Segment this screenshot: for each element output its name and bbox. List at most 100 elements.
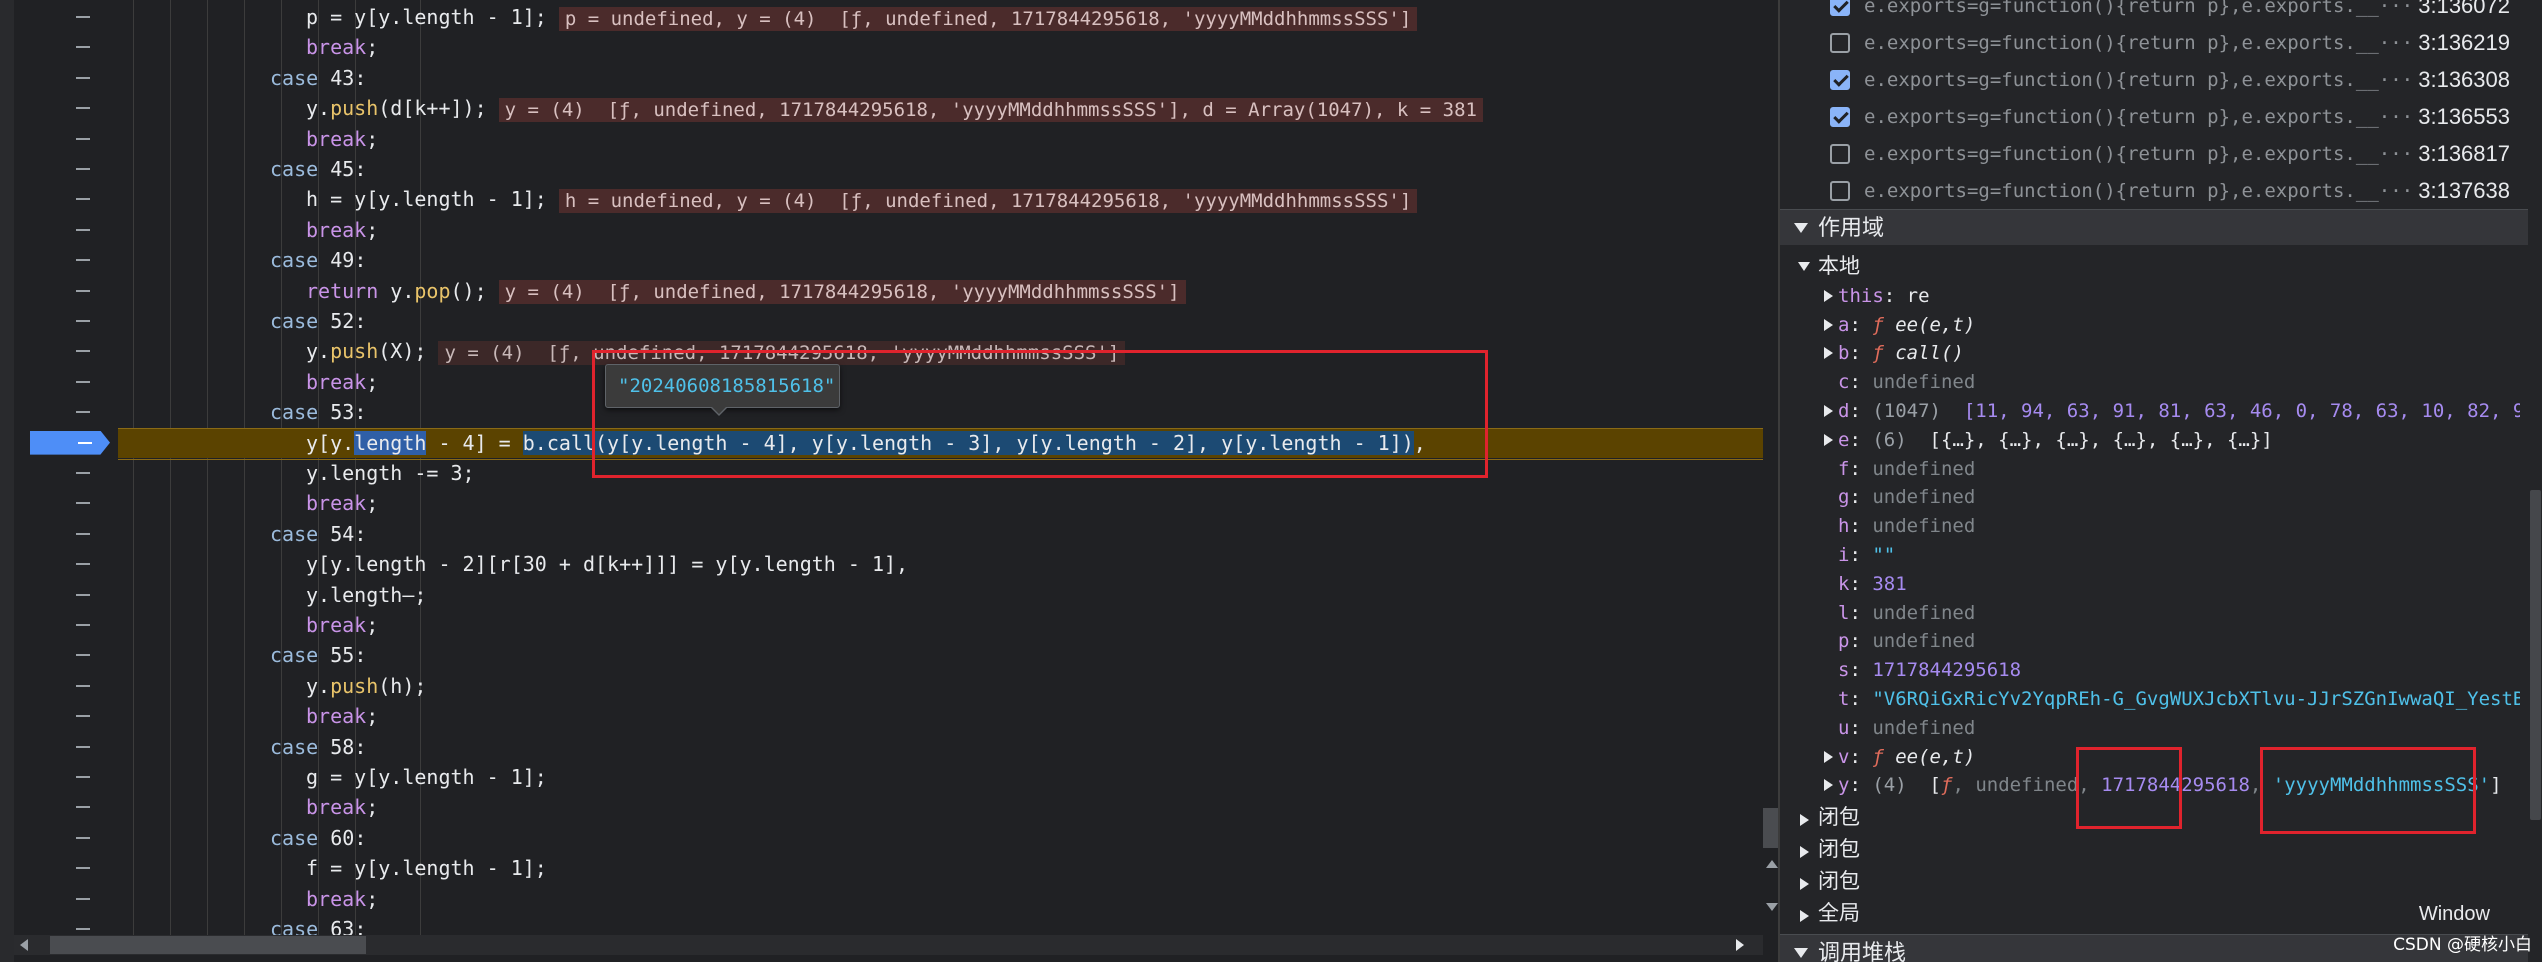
- breakpoint-item[interactable]: e.exports=g=function(){return p},e.expor…: [1780, 173, 2510, 209]
- breakpoint-item[interactable]: e.exports=g=function(){return p},e.expor…: [1780, 25, 2510, 61]
- breakpoint-checkbox[interactable]: [1830, 107, 1850, 127]
- gutter-line[interactable]: [14, 792, 118, 822]
- scroll-up-arrow-icon[interactable]: [1766, 860, 1778, 868]
- editor-vertical-scroll-thumb[interactable]: [1763, 808, 1778, 848]
- code-line[interactable]: break;: [118, 215, 1763, 245]
- code-line[interactable]: return y.pop(); y = (4) [ƒ, undefined, 17…: [118, 276, 1763, 306]
- gutter-line[interactable]: [14, 640, 118, 670]
- scope-variable-row[interactable]: this: re: [1780, 282, 2520, 311]
- code-line[interactable]: case 54:: [118, 519, 1763, 549]
- breakpoint-item[interactable]: e.exports=g=function(){return p},e.expor…: [1780, 99, 2510, 135]
- code-line[interactable]: case 52:: [118, 306, 1763, 336]
- source-editor[interactable]: p = y[y.length - 1]; p = undefined, y = (…: [0, 0, 1778, 962]
- breakpoint-item[interactable]: e.exports=g=function(){return p},e.expor…: [1780, 136, 2510, 172]
- scope-section-header[interactable]: 作用域: [1780, 209, 2542, 245]
- gutter-line[interactable]: [14, 93, 118, 123]
- gutter-line[interactable]: [14, 306, 118, 336]
- breakpoint-item[interactable]: e.exports=g=function(){return p},e.expor…: [1780, 62, 2510, 98]
- code-line[interactable]: case 45:: [118, 154, 1763, 184]
- gutter-line[interactable]: [14, 853, 118, 883]
- breakpoint-checkbox[interactable]: [1830, 181, 1850, 201]
- scope-variable-row[interactable]: h: undefined: [1780, 512, 2520, 541]
- scope-variable-row[interactable]: s: 1717844295618: [1780, 656, 2520, 685]
- code-line[interactable]: break;: [118, 701, 1763, 731]
- scope-closure-group[interactable]: 闭包: [1780, 836, 2520, 865]
- breakpoint-location[interactable]: 3:136308: [2418, 62, 2510, 98]
- scope-variable-row[interactable]: c: undefined: [1780, 368, 2520, 397]
- code-line[interactable]: break;: [118, 792, 1763, 822]
- breakpoint-location[interactable]: 3:136553: [2418, 99, 2510, 135]
- gutter-line[interactable]: [14, 549, 118, 579]
- code-line[interactable]: break;: [118, 610, 1763, 640]
- gutter-line[interactable]: [14, 2, 118, 32]
- gutter-line[interactable]: [14, 184, 118, 214]
- scroll-right-arrow-icon[interactable]: [1736, 939, 1744, 951]
- code-line[interactable]: g = y[y.length - 1];: [118, 762, 1763, 792]
- code-line[interactable]: break;: [118, 124, 1763, 154]
- scope-variable-row[interactable]: b: ƒ call(): [1780, 339, 2520, 368]
- breakpoint-location[interactable]: 3:136219: [2418, 25, 2510, 61]
- scope-variable-row[interactable]: t: "V6RQiGxRicYv2YqpREh-G_GvgWUXJcbXTlvu…: [1780, 685, 2520, 714]
- scope-variable-row[interactable]: d: (1047) [11, 94, 63, 91, 81, 63, 46, 0…: [1780, 397, 2520, 426]
- editor-horizontal-scroll-thumb[interactable]: [50, 936, 366, 954]
- code-line[interactable]: case 60:: [118, 823, 1763, 853]
- scope-variable-row[interactable]: l: undefined: [1780, 599, 2520, 628]
- code-line[interactable]: case 58:: [118, 732, 1763, 762]
- scope-variable-row[interactable]: g: undefined: [1780, 483, 2520, 512]
- gutter-line[interactable]: [14, 823, 118, 853]
- breakpoint-marker-icon[interactable]: [30, 430, 110, 455]
- gutter-line[interactable]: [14, 63, 118, 93]
- breakpoint-item[interactable]: e.exports=g=function(){return p},e.expor…: [1780, 0, 2510, 24]
- editor-vertical-scrollbar[interactable]: [1763, 0, 1778, 935]
- gutter-line[interactable]: [14, 124, 118, 154]
- scope-variable-row[interactable]: f: undefined: [1780, 455, 2520, 484]
- gutter-line[interactable]: [14, 884, 118, 914]
- code-line[interactable]: h = y[y.length - 1]; h = undefined, y = (…: [118, 184, 1763, 214]
- code-line[interactable]: break;: [118, 488, 1763, 518]
- gutter-line[interactable]: [14, 32, 118, 62]
- breakpoint-location[interactable]: 3:137638: [2418, 173, 2510, 209]
- gutter-line[interactable]: [14, 732, 118, 762]
- scope-variable-row[interactable]: k: 381: [1780, 570, 2520, 599]
- code-line[interactable]: y.length—;: [118, 580, 1763, 610]
- code-line[interactable]: break;: [118, 32, 1763, 62]
- gutter-line[interactable]: [14, 701, 118, 731]
- paused-line-gutter[interactable]: [14, 428, 118, 458]
- breakpoint-location[interactable]: 3:136817: [2418, 136, 2510, 172]
- breakpoint-checkbox[interactable]: [1830, 70, 1850, 90]
- code-line[interactable]: y.push(h);: [118, 671, 1763, 701]
- code-line[interactable]: f = y[y.length - 1];: [118, 853, 1763, 883]
- gutter-line[interactable]: [14, 367, 118, 397]
- scope-variable-row[interactable]: i: "": [1780, 541, 2520, 570]
- scope-variable-row[interactable]: u: undefined: [1780, 714, 2520, 743]
- scope-closure-group[interactable]: 闭包: [1780, 868, 2520, 897]
- scope-variable-row[interactable]: a: ƒ ee(e,t): [1780, 311, 2520, 340]
- scope-variable-row[interactable]: p: undefined: [1780, 627, 2520, 656]
- gutter-line[interactable]: [14, 154, 118, 184]
- breakpoint-checkbox[interactable]: [1830, 33, 1850, 53]
- gutter-line[interactable]: [14, 458, 118, 488]
- gutter-line[interactable]: [14, 245, 118, 275]
- code-line[interactable]: y.push(d[k++]); y = (4) [ƒ, undefined, 17…: [118, 93, 1763, 123]
- scroll-left-arrow-icon[interactable]: [20, 939, 28, 951]
- line-gutter[interactable]: [14, 0, 118, 935]
- gutter-line[interactable]: [14, 397, 118, 427]
- scroll-down-arrow-icon[interactable]: [1766, 903, 1778, 911]
- gutter-line[interactable]: [14, 488, 118, 518]
- code-line[interactable]: case 49:: [118, 245, 1763, 275]
- breakpoint-checkbox[interactable]: [1830, 0, 1850, 16]
- gutter-line[interactable]: [14, 276, 118, 306]
- gutter-line[interactable]: [14, 671, 118, 701]
- scope-global-group[interactable]: 全局 Window: [1780, 900, 2520, 929]
- code-line[interactable]: case 55:: [118, 640, 1763, 670]
- code-line[interactable]: y[y.length - 2][r[30 + d[k++]]] = y[y.le…: [118, 549, 1763, 579]
- code-line[interactable]: break;: [118, 884, 1763, 914]
- code-line[interactable]: case 43:: [118, 63, 1763, 93]
- gutter-line[interactable]: [14, 519, 118, 549]
- scope-local-group[interactable]: 本地: [1780, 253, 2520, 282]
- gutter-line[interactable]: [14, 762, 118, 792]
- sidebar-scroll-thumb[interactable]: [2530, 490, 2541, 820]
- code-line[interactable]: p = y[y.length - 1]; p = undefined, y = (…: [118, 2, 1763, 32]
- gutter-line[interactable]: [14, 610, 118, 640]
- scope-variable-row[interactable]: e: (6) [{…}, {…}, {…}, {…}, {…}, {…}]: [1780, 426, 2520, 455]
